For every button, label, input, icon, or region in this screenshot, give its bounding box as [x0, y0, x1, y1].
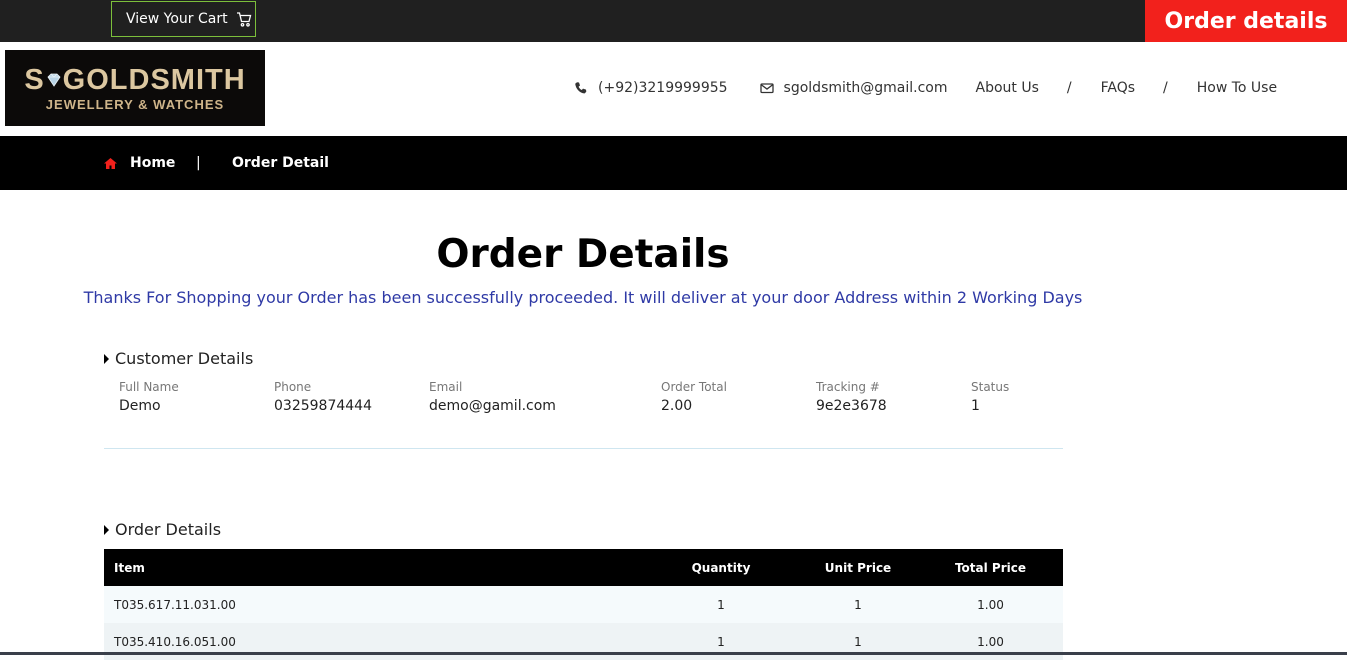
email-contact[interactable]: sgoldsmith@gmail.com [759, 80, 948, 96]
table-header-row: Item Quantity Unit Price Total Price [104, 549, 1063, 586]
customer-field-order-total: Order Total 2.00 [661, 380, 727, 414]
field-value: Demo [119, 398, 161, 414]
nav-link-faqs[interactable]: FAQs [1101, 80, 1135, 96]
order-items-table: Item Quantity Unit Price Total Price T03… [104, 549, 1063, 660]
customer-field-email: Email demo@gamil.com [429, 380, 556, 414]
breadcrumb-home-label: Home [130, 155, 176, 171]
customer-field-tracking: Tracking # 9e2e3678 [816, 380, 887, 414]
caret-right-icon [104, 524, 109, 535]
breadcrumb-current: Order Detail [232, 155, 329, 171]
customer-details-heading-label: Customer Details [115, 349, 254, 368]
cell-total-price: 1.00 [918, 586, 1063, 623]
order-details-heading[interactable]: Order Details [104, 520, 221, 539]
home-icon [104, 157, 117, 169]
nav-separator: / [1163, 80, 1168, 96]
field-value: 9e2e3678 [816, 398, 887, 414]
caret-right-icon [104, 353, 109, 364]
field-value: 1 [971, 398, 980, 414]
field-value: 2.00 [661, 398, 693, 414]
breadcrumb-separator: | [196, 155, 201, 171]
field-label: Phone [274, 380, 312, 394]
field-label: Order Total [661, 380, 727, 394]
column-header-item: Item [104, 549, 644, 586]
cart-icon [236, 11, 251, 27]
envelope-icon [759, 83, 774, 94]
phone-number: (+92)3219999955 [598, 80, 728, 96]
view-cart-label: View Your Cart [126, 11, 228, 27]
diamond-icon [47, 73, 61, 87]
field-label: Full Name [119, 380, 179, 394]
cell-unit-price: 1 [798, 586, 918, 623]
column-header-quantity: Quantity [644, 549, 798, 586]
breadcrumb: Home | Order Detail [0, 136, 1347, 190]
table-row: T035.617.11.031.00 1 1 1.00 [104, 586, 1063, 623]
order-details-tab[interactable]: Order details [1145, 0, 1347, 42]
cell-item: T035.617.11.031.00 [104, 586, 644, 623]
customer-field-full-name: Full Name Demo [119, 380, 179, 414]
breadcrumb-home[interactable]: Home [103, 155, 175, 171]
logo-letter-s: S [24, 63, 45, 96]
field-value: demo@gamil.com [429, 398, 556, 414]
field-label: Tracking # [816, 380, 880, 394]
nav-separator: / [1066, 80, 1072, 96]
logo-wordmark: S GOLDSMITH [24, 65, 245, 95]
nav-link-about-us[interactable]: About Us [976, 80, 1039, 96]
field-label: Email [429, 380, 463, 394]
field-value: 03259874444 [274, 398, 372, 414]
column-header-total-price: Total Price [918, 549, 1063, 586]
section-divider [104, 448, 1063, 449]
field-label: Status [971, 380, 1010, 394]
customer-field-status: Status 1 [971, 380, 1009, 414]
phone-contact[interactable]: (+92)3219999955 [574, 80, 728, 96]
column-header-unit-price: Unit Price [798, 549, 918, 586]
logo-tagline: JEWELLERY & WATCHES [45, 96, 225, 112]
site-header: S GOLDSMITH JEWELLERY & WATCHES (+92)321… [0, 42, 1347, 136]
customer-field-phone: Phone 03259874444 [274, 380, 372, 414]
order-details-tab-label: Order details [1164, 8, 1328, 34]
header-nav: (+92)3219999955 sgoldsmith@gmail.com Abo… [574, 80, 1277, 96]
phone-icon [575, 82, 587, 94]
top-bar: View Your Cart Order details [0, 0, 1347, 42]
brand-logo[interactable]: S GOLDSMITH JEWELLERY & WATCHES [5, 50, 265, 126]
thank-you-message: Thanks For Shopping your Order has been … [83, 288, 1083, 307]
order-details-heading-label: Order Details [115, 520, 222, 539]
nav-link-how-to-use[interactable]: How To Use [1197, 80, 1277, 96]
page-title: Order Details [436, 232, 730, 277]
logo-wordmark-text: GOLDSMITH [62, 63, 246, 96]
view-cart-button[interactable]: View Your Cart [111, 1, 256, 37]
email-address: sgoldsmith@gmail.com [783, 80, 948, 96]
cell-quantity: 1 [644, 586, 798, 623]
customer-details-heading[interactable]: Customer Details [104, 349, 253, 368]
